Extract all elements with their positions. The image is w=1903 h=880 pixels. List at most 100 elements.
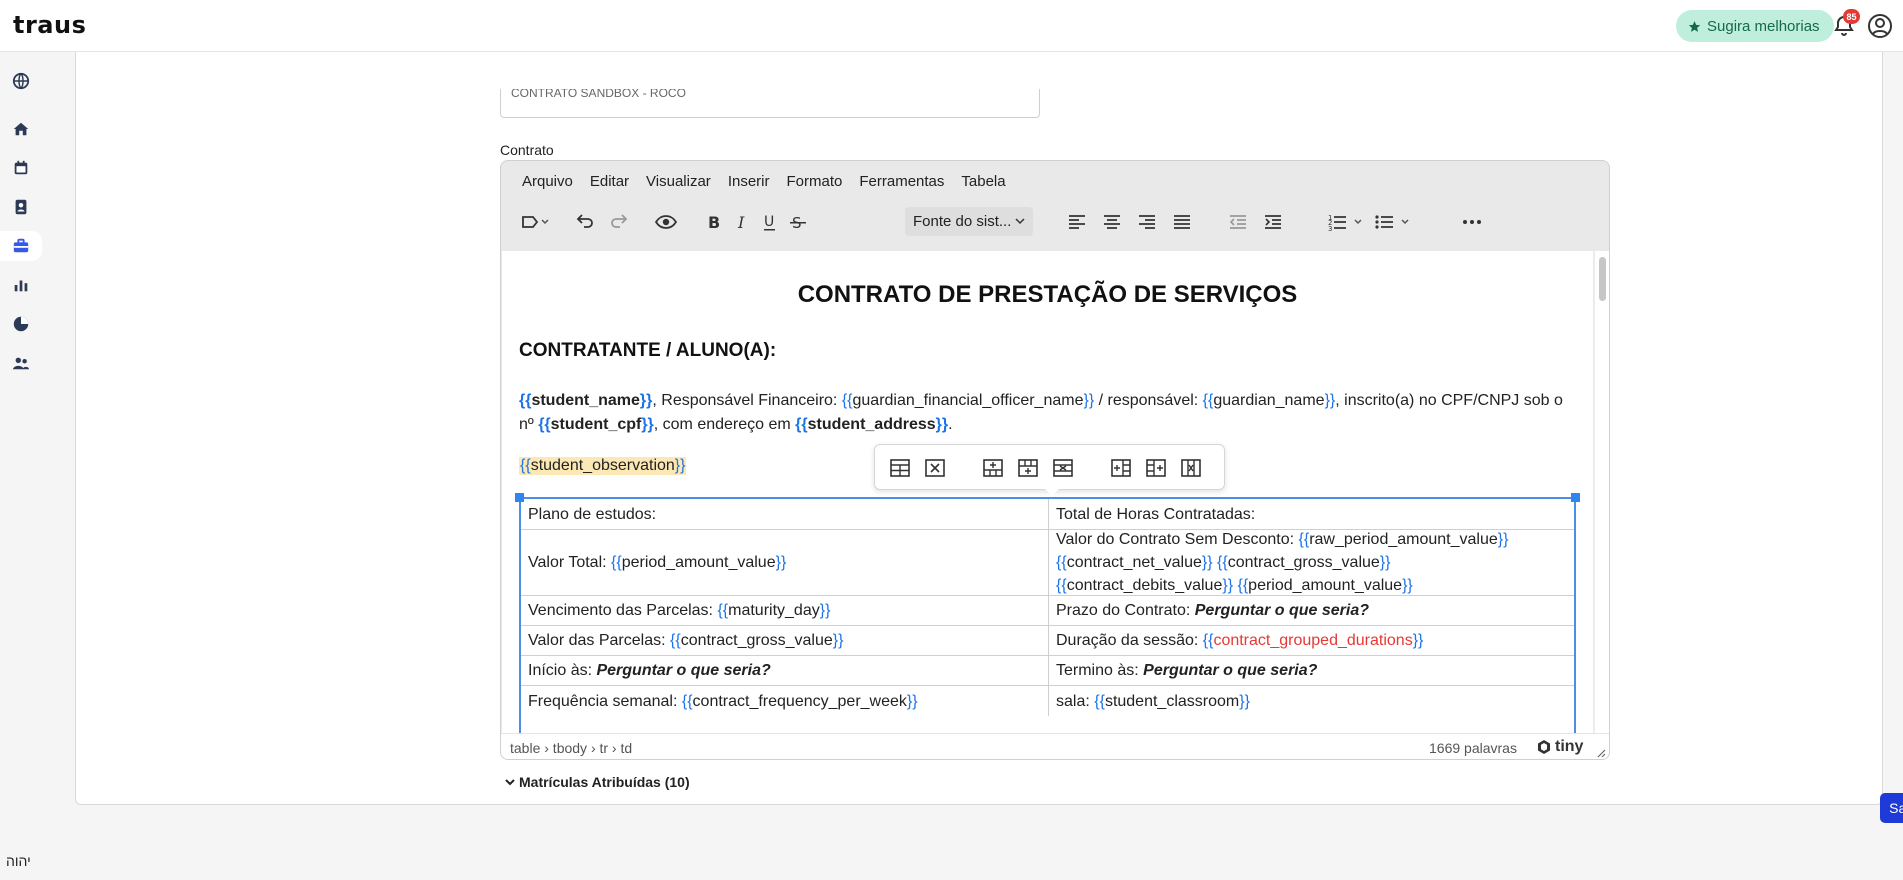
party-text-4: , com endereço em: [653, 416, 796, 433]
menu-tabela[interactable]: Tabela: [961, 173, 1005, 190]
tiny-logo[interactable]: tiny: [1536, 738, 1583, 756]
cell-label: Termino às:: [1056, 662, 1144, 679]
cell-text: Plano de estudos:: [528, 505, 657, 523]
editor-content[interactable]: CONTRATO DE PRESTAÇÃO DE SERVIÇOS CONTRA…: [502, 251, 1593, 733]
italic-button[interactable]: I: [729, 205, 755, 239]
sidebar-item-home[interactable]: [0, 114, 42, 144]
preview-button[interactable]: [651, 205, 681, 239]
outdent-button[interactable]: [1225, 205, 1251, 239]
var-open: {{: [717, 602, 729, 619]
cell-text: Total de Horas Contratadas:: [1056, 505, 1256, 523]
var-open: {{: [1237, 577, 1249, 594]
table-cell[interactable]: Valor do Contrato Sem Desconto: {{raw_pe…: [1049, 530, 1574, 595]
redo-button[interactable]: [607, 205, 633, 239]
svg-text:3: 3: [1328, 225, 1332, 233]
element-path[interactable]: table › tbody › tr › td: [510, 740, 632, 756]
var-close: }}: [832, 632, 844, 649]
cell-label: sala:: [1056, 693, 1095, 710]
table-cell[interactable]: Prazo do Contrato: Perguntar o que seria…: [1049, 596, 1574, 625]
align-left-button[interactable]: [1064, 205, 1090, 239]
sidebar-item-calendar[interactable]: [0, 153, 42, 183]
menu-visualizar[interactable]: Visualizar: [646, 173, 711, 190]
bold-button[interactable]: B: [701, 205, 727, 239]
align-center-icon: [1104, 215, 1120, 229]
var-close: }}: [1239, 693, 1250, 710]
delete-row-button[interactable]: [1050, 455, 1076, 481]
var-close: }}: [1412, 632, 1424, 649]
contract-name-input[interactable]: CONTRATO SANDBOX - ROCO: [500, 89, 1040, 118]
cell-label: Valor Total:: [528, 554, 612, 571]
indent-icon: [1265, 215, 1281, 229]
var-open: {{: [1056, 554, 1067, 571]
var-close: }}: [1379, 554, 1391, 571]
var-open: {{: [1217, 554, 1228, 571]
cell-text: Prazo do Contrato: Perguntar o que seria…: [1056, 599, 1369, 622]
sidebar-item-team[interactable]: [0, 348, 42, 378]
delete-table-button[interactable]: [922, 455, 948, 481]
delete-column-button[interactable]: [1178, 455, 1204, 481]
sidebar-item-analytics[interactable]: [0, 309, 42, 339]
account-icon[interactable]: [1867, 13, 1893, 39]
cell-label: Frequência semanal:: [528, 693, 682, 710]
sidebar-item-reports[interactable]: [0, 270, 42, 300]
word-count[interactable]: 1669 palavras: [1429, 740, 1517, 756]
table-context-toolbar: [874, 444, 1225, 496]
table-cell[interactable]: Total de Horas Contratadas:: [1049, 499, 1574, 529]
contract-table[interactable]: Plano de estudos: Total de Horas Contrat…: [519, 497, 1576, 733]
save-button[interactable]: Salvar: [1880, 793, 1903, 823]
table-cell[interactable]: sala: {{student_classroom}}: [1049, 686, 1574, 716]
font-family-select[interactable]: Fonte do sist...: [905, 207, 1033, 236]
table-cell[interactable]: Termino às: Perguntar o que seria?: [1049, 656, 1574, 685]
table-cell[interactable]: Valor Total: {{period_amount_value}}: [521, 530, 1049, 595]
var-close: }}: [1402, 577, 1413, 594]
suggest-improvements-button[interactable]: Sugira melhorias: [1676, 10, 1834, 42]
table-resize-handle[interactable]: [1571, 493, 1580, 502]
insert-row-before-icon: [983, 459, 1003, 477]
insert-row-after-button[interactable]: [1015, 455, 1041, 481]
table-properties-button[interactable]: [887, 455, 913, 481]
resize-handle-icon[interactable]: [1596, 748, 1606, 758]
underline-button[interactable]: U: [757, 205, 783, 239]
sidebar-item-briefcase[interactable]: [0, 231, 42, 261]
cell-text: Termino às: Perguntar o que seria?: [1056, 659, 1317, 682]
menu-arquivo[interactable]: Arquivo: [522, 173, 573, 190]
table-cell[interactable]: Vencimento das Parcelas: {{maturity_day}…: [521, 596, 1049, 625]
merge-tags-button[interactable]: [515, 205, 555, 239]
align-right-button[interactable]: [1134, 205, 1160, 239]
app-logo[interactable]: traus: [13, 11, 86, 39]
editor-toolbar: B I U S Fonte do sist... 1 2 3: [501, 201, 1609, 243]
table-cell[interactable]: Início às: Perguntar o que seria?: [521, 656, 1049, 685]
bullet-list-button[interactable]: [1371, 205, 1415, 239]
insert-column-after-button[interactable]: [1143, 455, 1169, 481]
enrollments-toggle[interactable]: Matrículas Atribuídas (10): [504, 774, 690, 790]
table-cell[interactable]: Plano de estudos:: [521, 499, 1049, 529]
sidebar-item-globe[interactable]: [0, 66, 42, 96]
table-cell[interactable]: Duração da sessão: {{contract_grouped_du…: [1049, 626, 1574, 655]
table-cell[interactable]: Frequência semanal: {{contract_frequency…: [521, 686, 1049, 716]
menu-inserir[interactable]: Inserir: [728, 173, 770, 190]
cell-var: period_amount_value: [1248, 577, 1403, 594]
var-open: {{: [841, 392, 853, 409]
table-cell[interactable]: Valor das Parcelas: {{contract_gross_val…: [521, 626, 1049, 655]
menu-formato[interactable]: Formato: [787, 173, 843, 190]
align-justify-button[interactable]: [1169, 205, 1195, 239]
undo-button[interactable]: [571, 205, 597, 239]
editor-scrollbar[interactable]: [1594, 251, 1609, 733]
table-resize-handle[interactable]: [515, 493, 524, 502]
more-options-button[interactable]: [1457, 205, 1487, 239]
indent-button[interactable]: [1260, 205, 1286, 239]
cell-var: contract_gross_value: [680, 632, 833, 649]
align-center-button[interactable]: [1099, 205, 1125, 239]
cell-var-error: contract_grouped_durations: [1213, 632, 1413, 649]
party-heading: CONTRATANTE / ALUNO(A):: [519, 340, 777, 361]
menu-ferramentas[interactable]: Ferramentas: [859, 173, 944, 190]
menu-editar[interactable]: Editar: [590, 173, 629, 190]
var-open: {{: [670, 632, 681, 649]
strikethrough-button[interactable]: S: [785, 205, 811, 239]
scroll-thumb[interactable]: [1599, 257, 1606, 301]
var-guardian-financial: guardian_financial_officer_name: [852, 392, 1084, 409]
insert-column-before-button[interactable]: [1108, 455, 1134, 481]
insert-row-before-button[interactable]: [980, 455, 1006, 481]
sidebar-item-contacts[interactable]: [0, 192, 42, 222]
numbered-list-button[interactable]: 123: [1324, 205, 1368, 239]
